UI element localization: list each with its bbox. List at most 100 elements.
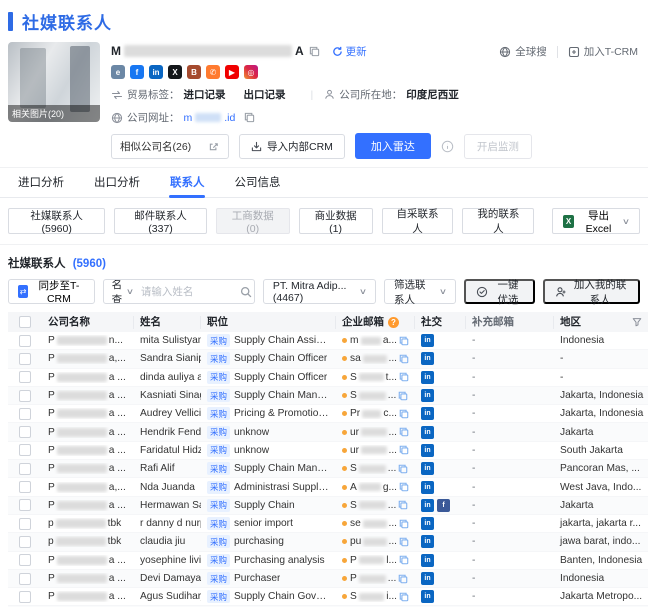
linkedin-icon[interactable]: in	[421, 425, 434, 439]
blogger-icon[interactable]: B	[187, 65, 201, 79]
search-icon[interactable]	[233, 286, 254, 298]
tab-export-analysis[interactable]: 出口分析	[94, 168, 140, 198]
enable-monitor-button[interactable]: 开启监测	[463, 133, 532, 159]
row-checkbox[interactable]	[19, 481, 31, 494]
table-row[interactable]: Pa,... Sandra Sianipar 采购 Supply Chain O…	[8, 350, 648, 369]
linkedin-icon[interactable]: in	[421, 443, 434, 457]
copy-email-icon[interactable]	[398, 464, 408, 474]
name-search-input[interactable]	[140, 280, 233, 303]
x-icon[interactable]: X	[168, 65, 182, 79]
chip-email-contacts[interactable]: 邮件联系人(337)	[114, 208, 207, 235]
export-records-tag[interactable]: 出口记录	[244, 87, 286, 102]
copy-email-icon[interactable]	[399, 555, 409, 565]
linkedin-icon[interactable]: in	[421, 498, 434, 512]
linkedin-icon[interactable]: in	[421, 535, 434, 549]
company-select[interactable]: PT. Mitra Adip...(4467) ∨	[262, 279, 376, 304]
table-row[interactable]: Pa ... Rafi Alif 采购 Supply Chain Managem…	[8, 460, 648, 479]
copy-email-icon[interactable]	[399, 537, 409, 547]
row-checkbox[interactable]	[19, 334, 31, 347]
import-crm-button[interactable]: 导入内部CRM	[239, 133, 345, 159]
row-checkbox[interactable]	[19, 444, 31, 457]
select-all-checkbox[interactable]	[19, 316, 31, 328]
table-row[interactable]: Pa,... Nda Juanda 采购 Administrasi Supply…	[8, 478, 648, 497]
table-row[interactable]: Pa ... Agus Sudiharjo 采购 Supply Chain Go…	[8, 588, 648, 607]
refresh-button[interactable]: 更新	[332, 44, 367, 59]
website-icon[interactable]: e	[111, 65, 125, 79]
linkedin-icon[interactable]: in	[149, 65, 163, 79]
copy-email-icon[interactable]	[399, 482, 409, 492]
table-row[interactable]: Pa ... Faridatul Hidzroh 采购 unknow ur...…	[8, 442, 648, 461]
import-records-tag[interactable]: 进口记录	[184, 87, 226, 102]
copy-email-icon[interactable]	[398, 500, 408, 510]
row-checkbox[interactable]	[19, 554, 31, 567]
row-checkbox[interactable]	[19, 371, 31, 384]
youtube-icon[interactable]: ▶	[225, 65, 239, 79]
linkedin-icon[interactable]: in	[421, 553, 434, 567]
table-row[interactable]: Pa ... yosephine liviane 采购 Purchasing a…	[8, 552, 648, 570]
chip-social-contacts[interactable]: 社媒联系人(5960)	[8, 208, 106, 235]
join-tcrm-link[interactable]: 加入T-CRM	[568, 44, 638, 59]
row-checkbox[interactable]	[19, 535, 31, 548]
chip-my-contacts[interactable]: 我的联系人	[462, 208, 535, 235]
row-checkbox[interactable]	[19, 352, 31, 365]
table-row[interactable]: Pa ... Audrey Vellicia 采购 Pricing & Prom…	[8, 405, 648, 424]
linkedin-icon[interactable]: in	[421, 334, 434, 348]
linkedin-icon[interactable]: in	[421, 389, 434, 403]
sync-tcrm-button[interactable]: ⇄ 同步至T-CRM	[8, 279, 95, 305]
linkedin-icon[interactable]: in	[421, 572, 434, 585]
tab-contacts[interactable]: 联系人	[170, 168, 205, 198]
linkedin-icon[interactable]: in	[421, 370, 434, 384]
phone-icon[interactable]: ✆	[206, 65, 220, 79]
row-checkbox[interactable]	[19, 426, 31, 439]
copy-email-icon[interactable]	[399, 409, 409, 419]
copy-email-icon[interactable]	[399, 372, 409, 382]
tab-import-analysis[interactable]: 进口分析	[18, 168, 64, 198]
copy-email-icon[interactable]	[399, 354, 409, 364]
linkedin-icon[interactable]: in	[421, 407, 434, 421]
table-row[interactable]: Pn... mita Sulistyandari 采购 Supply Chain…	[8, 332, 648, 351]
table-row[interactable]: Pa ... Hendrik Fendi 采购 unknow ur... in …	[8, 423, 648, 442]
row-checkbox[interactable]	[19, 517, 31, 530]
row-checkbox[interactable]	[19, 499, 31, 512]
instagram-icon[interactable]: ◎	[244, 65, 258, 79]
join-radar-button[interactable]: 加入雷达	[354, 133, 431, 159]
copy-email-icon[interactable]	[399, 592, 409, 602]
table-row[interactable]: Pa ... Devi Damayanti 采购 Purchaser P... …	[8, 569, 648, 589]
company-website-link[interactable]: m .id	[184, 112, 236, 124]
related-images-label[interactable]: 相关图片(20)	[8, 105, 100, 122]
row-checkbox[interactable]	[19, 407, 31, 420]
help-icon[interactable]: ?	[388, 316, 399, 328]
linkedin-icon[interactable]: in	[421, 480, 434, 494]
global-search-link[interactable]: 全球搜	[499, 44, 547, 59]
copy-email-icon[interactable]	[399, 445, 409, 455]
linkedin-icon[interactable]: in	[421, 462, 434, 476]
copy-email-icon[interactable]	[399, 336, 409, 346]
linkedin-icon[interactable]: in	[421, 590, 434, 604]
linkedin-icon[interactable]: in	[421, 517, 434, 531]
chip-self-collected[interactable]: 自采联系人	[381, 208, 454, 235]
export-excel-button[interactable]: X 导出 Excel ∨	[552, 208, 641, 235]
linkedin-icon[interactable]: in	[421, 352, 434, 366]
table-row[interactable]: ptbk r danny d nurpat... 采购 senior impor…	[8, 515, 648, 534]
copy-email-icon[interactable]	[399, 427, 409, 437]
one-click-select-button[interactable]: 一键优选	[463, 279, 536, 306]
copy-email-icon[interactable]	[398, 391, 408, 401]
table-row[interactable]: p tbk claudia jiu 采购 purchasing pu... in …	[8, 533, 648, 552]
similar-companies-button[interactable]: 相似公司名(26)	[111, 133, 229, 159]
filter-icon[interactable]	[632, 317, 642, 327]
copy-email-icon[interactable]	[399, 519, 409, 529]
table-row[interactable]: Pa ... Hermawan Sapu... 采购 Supply Chain …	[8, 496, 648, 515]
chip-business-registry[interactable]: 工商数据(0)	[215, 208, 290, 235]
copy-website-icon[interactable]	[244, 112, 255, 123]
table-row[interactable]: Pa ... dinda auliya adha 采购 Supply Chain…	[8, 369, 648, 387]
tab-company-info[interactable]: 公司信息	[235, 168, 281, 198]
row-checkbox[interactable]	[19, 389, 31, 402]
row-checkbox[interactable]	[19, 590, 31, 603]
facebook-icon[interactable]: f	[130, 65, 144, 79]
company-photo[interactable]: 相关图片(20)	[8, 42, 100, 122]
facebook-icon[interactable]: f	[437, 498, 450, 512]
chip-commercial-data[interactable]: 商业数据(1)	[298, 208, 373, 235]
copy-email-icon[interactable]	[398, 574, 408, 584]
search-field-select[interactable]: 姓名查询 ∨	[104, 280, 141, 303]
copy-icon[interactable]	[309, 46, 320, 57]
